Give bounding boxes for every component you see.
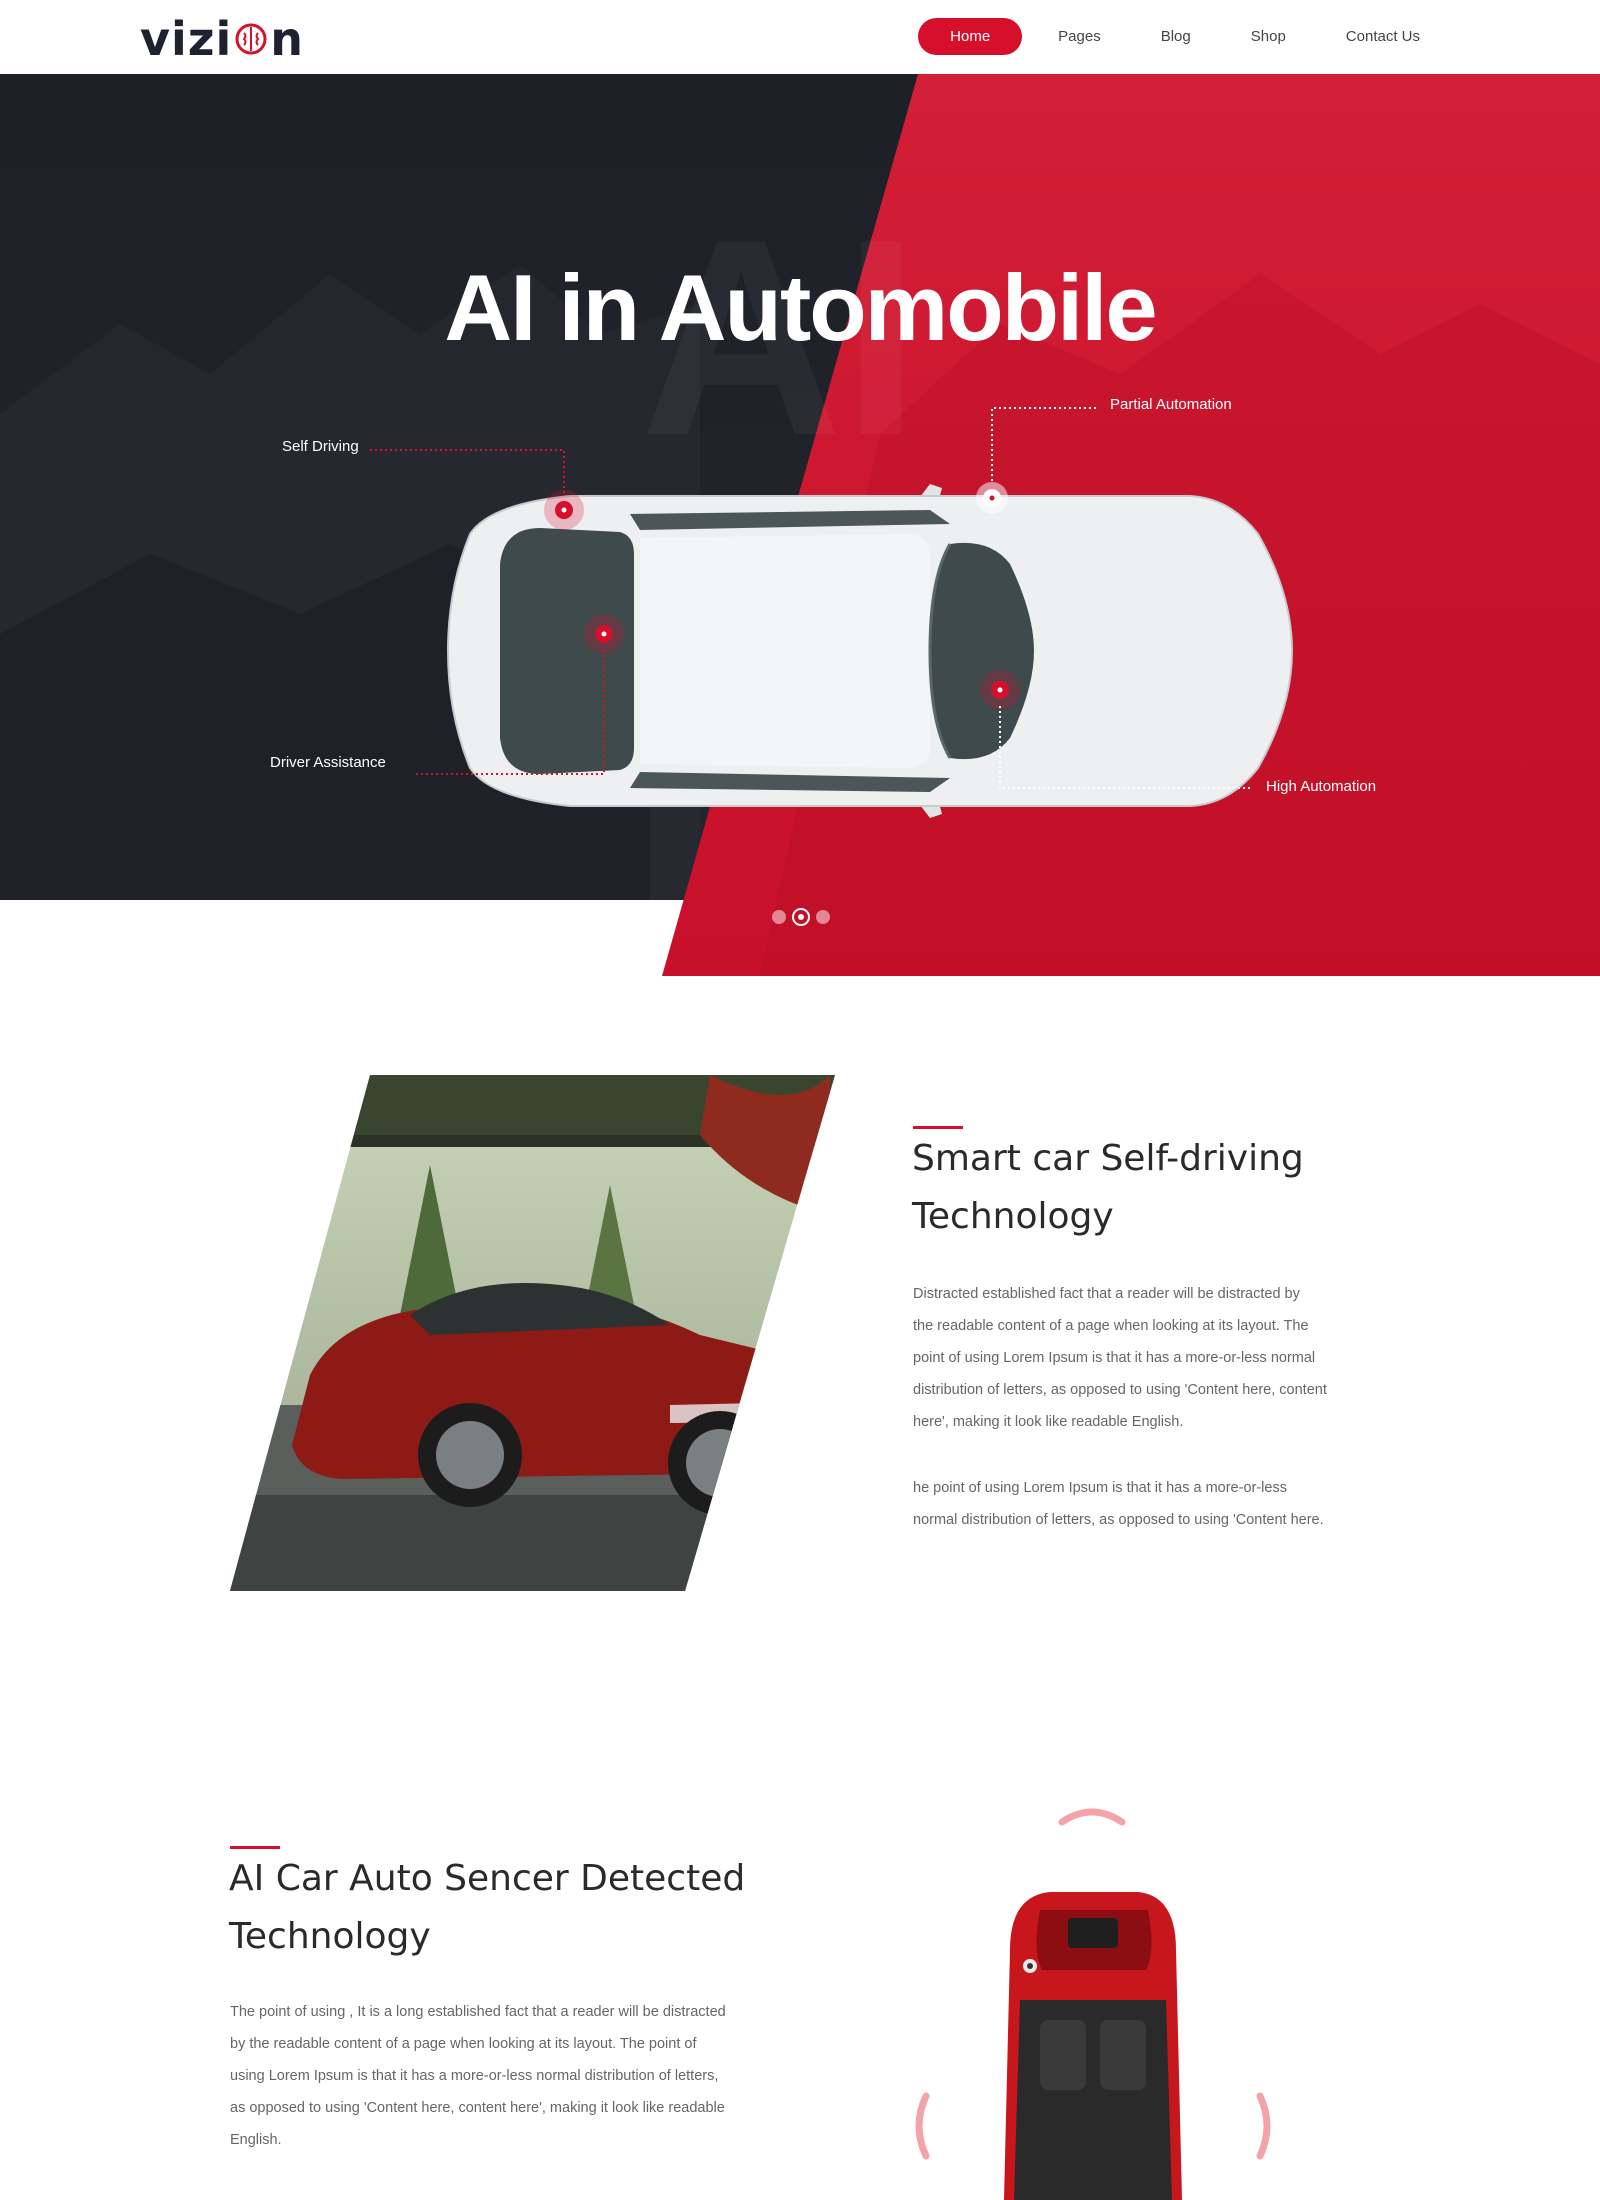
- text-line: by the readable content of a page when l…: [230, 2036, 697, 2052]
- site-header: vizi n Home Pages Blog Shop Contact Us: [0, 0, 1600, 74]
- section2-accent-bar: [230, 1846, 280, 1849]
- red-sportscar-topview: [915, 1808, 1271, 2200]
- text-line: normal distribution of letters, as oppos…: [913, 1512, 1324, 1528]
- logo[interactable]: vizi n: [140, 12, 304, 66]
- brain-icon: [235, 23, 267, 55]
- sensor-arc-right: [1256, 2092, 1271, 2160]
- callout-partial-automation: Partial Automation: [1110, 396, 1232, 413]
- slider-dot[interactable]: [772, 910, 786, 924]
- section1-title-line1: Smart car Self-driving: [912, 1138, 1304, 1179]
- section1-paragraph1: Distracted established fact that a reade…: [913, 1278, 1393, 1438]
- nav-shop[interactable]: Shop: [1221, 18, 1316, 55]
- hero-slider: AI in Automobile Self Driving Partial Au…: [0, 74, 1600, 976]
- text-line: as opposed to using 'Content here, conte…: [230, 2100, 725, 2116]
- section2-title-line1: AI Car Auto Sencer Detected: [229, 1858, 746, 1899]
- section1-title-line2: Technology: [912, 1196, 1114, 1237]
- section2-paragraph: The point of using , It is a long establ…: [230, 1996, 790, 2156]
- nav-contact[interactable]: Contact Us: [1316, 18, 1450, 55]
- callout-driver-assistance: Driver Assistance: [270, 754, 386, 771]
- sensor-arc-left: [915, 2092, 930, 2160]
- logo-text-right: n: [270, 12, 305, 66]
- section1-paragraph2: he point of using Lorem Ipsum is that it…: [913, 1472, 1393, 1536]
- sensor-arc-front: [1058, 1808, 1126, 1826]
- main-nav: Home Pages Blog Shop Contact Us: [918, 18, 1450, 55]
- text-line: distribution of letters, as opposed to u…: [913, 1382, 1327, 1398]
- section2-title-line2: Technology: [229, 1916, 431, 1957]
- hero-car: [446, 484, 1294, 818]
- section2-title: AI Car Auto Sencer Detected Technology: [229, 1850, 745, 1966]
- hero-background: AI: [0, 74, 1600, 976]
- text-line: English.: [230, 2132, 282, 2148]
- nav-blog[interactable]: Blog: [1131, 18, 1221, 55]
- text-line: using Lorem Ipsum is that it has a more-…: [230, 2068, 719, 2084]
- section1-title: Smart car Self-driving Technology: [912, 1130, 1304, 1246]
- logo-text-left: vizi: [140, 12, 233, 66]
- callout-self-driving: Self Driving: [282, 438, 359, 455]
- hero-title: AI in Automobile: [444, 255, 1157, 360]
- nav-pages[interactable]: Pages: [1028, 18, 1131, 55]
- text-line: point of using Lorem Ipsum is that it ha…: [913, 1350, 1316, 1366]
- slider-dot[interactable]: [816, 910, 830, 924]
- section1-accent-bar: [913, 1126, 963, 1129]
- slider-dot-active[interactable]: [792, 908, 810, 926]
- text-line: The point of using , It is a long establ…: [230, 2004, 726, 2020]
- red-sedan-image: [230, 1075, 835, 1591]
- text-line: the readable content of a page when look…: [913, 1318, 1309, 1334]
- nav-home[interactable]: Home: [918, 18, 1023, 55]
- text-line: Distracted established fact that a reade…: [913, 1286, 1300, 1302]
- text-line: he point of using Lorem Ipsum is that it…: [913, 1480, 1287, 1496]
- callout-high-automation: High Automation: [1266, 778, 1377, 795]
- slider-dots: [772, 908, 830, 926]
- text-line: here', making it look like readable Engl…: [913, 1414, 1184, 1430]
